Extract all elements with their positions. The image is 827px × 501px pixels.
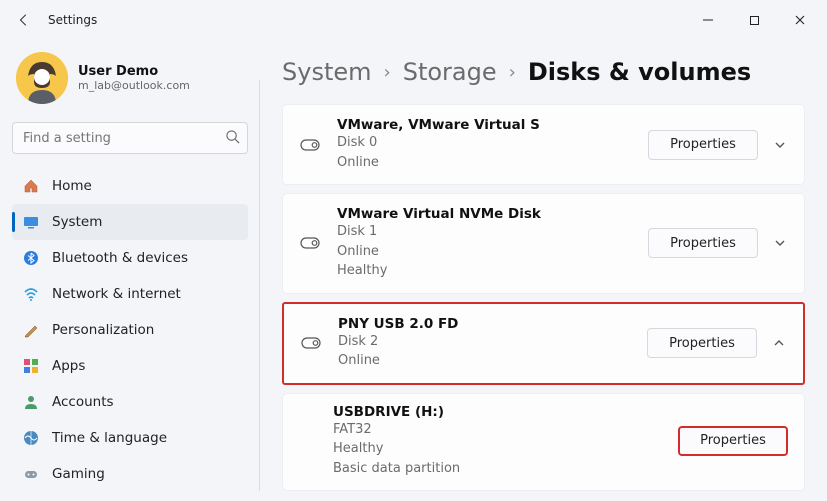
gaming-icon xyxy=(22,465,40,483)
time-icon xyxy=(22,429,40,447)
properties-button[interactable]: Properties xyxy=(648,228,758,258)
disk-icon xyxy=(300,337,322,349)
avatar xyxy=(16,52,68,104)
titlebar: Settings xyxy=(0,0,827,40)
disk-card[interactable]: VMware, VMware Virtual S Disk 0 Online P… xyxy=(282,104,805,185)
properties-button[interactable]: Properties xyxy=(648,130,758,160)
disk-number: Disk 0 xyxy=(337,133,632,153)
disk-name: PNY USB 2.0 FD xyxy=(338,316,631,332)
disk-status: Online xyxy=(337,153,632,173)
network-icon xyxy=(22,285,40,303)
window-controls xyxy=(685,4,823,36)
nav-label: Gaming xyxy=(52,466,105,482)
nav-label: Network & internet xyxy=(52,286,181,302)
nav-label: Personalization xyxy=(52,322,154,338)
nav-network[interactable]: Network & internet xyxy=(12,276,248,312)
bluetooth-icon xyxy=(22,249,40,267)
disk-health: Healthy xyxy=(337,261,632,281)
profile-name: User Demo xyxy=(78,64,190,79)
nav-label: Time & language xyxy=(52,430,167,446)
nav-system[interactable]: System xyxy=(12,204,248,240)
volume-status: Healthy xyxy=(333,439,662,459)
home-icon xyxy=(22,177,40,195)
nav-label: System xyxy=(52,214,102,230)
search-box xyxy=(12,122,248,154)
nav-label: Accounts xyxy=(52,394,114,410)
disk-icon xyxy=(299,237,321,249)
maximize-button[interactable] xyxy=(731,4,777,36)
properties-button[interactable]: Properties xyxy=(647,328,757,358)
chevron-up-icon[interactable] xyxy=(771,337,787,349)
disk-status: Online xyxy=(337,242,632,262)
back-button[interactable] xyxy=(4,0,44,40)
minimize-button[interactable] xyxy=(685,4,731,36)
volume-filesystem: FAT32 xyxy=(333,420,662,440)
volume-card[interactable]: USBDRIVE (H:) FAT32 Healthy Basic data p… xyxy=(282,393,805,492)
disk-number: Disk 2 xyxy=(338,332,631,352)
breadcrumb-current: Disks & volumes xyxy=(528,58,751,86)
nav-gaming[interactable]: Gaming xyxy=(12,456,248,492)
nav-label: Apps xyxy=(52,358,85,374)
profile[interactable]: User Demo m_lab@outlook.com xyxy=(12,48,248,116)
search-icon xyxy=(225,129,240,148)
close-button[interactable] xyxy=(777,4,823,36)
nav-apps[interactable]: Apps xyxy=(12,348,248,384)
profile-email: m_lab@outlook.com xyxy=(78,79,190,92)
chevron-down-icon[interactable] xyxy=(772,139,788,151)
nav-bluetooth[interactable]: Bluetooth & devices xyxy=(12,240,248,276)
breadcrumb-system[interactable]: System xyxy=(282,58,372,86)
volume-name: USBDRIVE (H:) xyxy=(333,404,662,420)
chevron-down-icon[interactable] xyxy=(772,237,788,249)
disk-card[interactable]: VMware Virtual NVMe Disk Disk 1 Online H… xyxy=(282,193,805,294)
properties-button[interactable]: Properties xyxy=(678,426,788,456)
disk-card[interactable]: PNY USB 2.0 FD Disk 2 Online Properties xyxy=(282,302,805,385)
nav-personalization[interactable]: Personalization xyxy=(12,312,248,348)
window-title: Settings xyxy=(48,13,97,27)
breadcrumb-storage[interactable]: Storage xyxy=(403,58,497,86)
search-input[interactable] xyxy=(12,122,248,154)
disk-name: VMware Virtual NVMe Disk xyxy=(337,206,632,222)
system-icon xyxy=(22,213,40,231)
nav-home[interactable]: Home xyxy=(12,168,248,204)
nav-label: Bluetooth & devices xyxy=(52,250,188,266)
breadcrumb: System › Storage › Disks & volumes xyxy=(282,58,805,86)
nav: Home System Bluetooth & devices Network … xyxy=(12,168,248,492)
volume-type: Basic data partition xyxy=(333,459,662,479)
nav-time[interactable]: Time & language xyxy=(12,420,248,456)
accounts-icon xyxy=(22,393,40,411)
content: System › Storage › Disks & volumes VMwar… xyxy=(260,40,827,501)
sidebar: User Demo m_lab@outlook.com Home System … xyxy=(0,40,260,501)
disk-icon xyxy=(299,139,321,151)
apps-icon xyxy=(22,357,40,375)
disk-name: VMware, VMware Virtual S xyxy=(337,117,632,133)
nav-label: Home xyxy=(52,178,92,194)
personalization-icon xyxy=(22,321,40,339)
disk-number: Disk 1 xyxy=(337,222,632,242)
chevron-right-icon: › xyxy=(509,62,516,83)
chevron-right-icon: › xyxy=(384,62,391,83)
disk-status: Online xyxy=(338,351,631,371)
nav-accounts[interactable]: Accounts xyxy=(12,384,248,420)
